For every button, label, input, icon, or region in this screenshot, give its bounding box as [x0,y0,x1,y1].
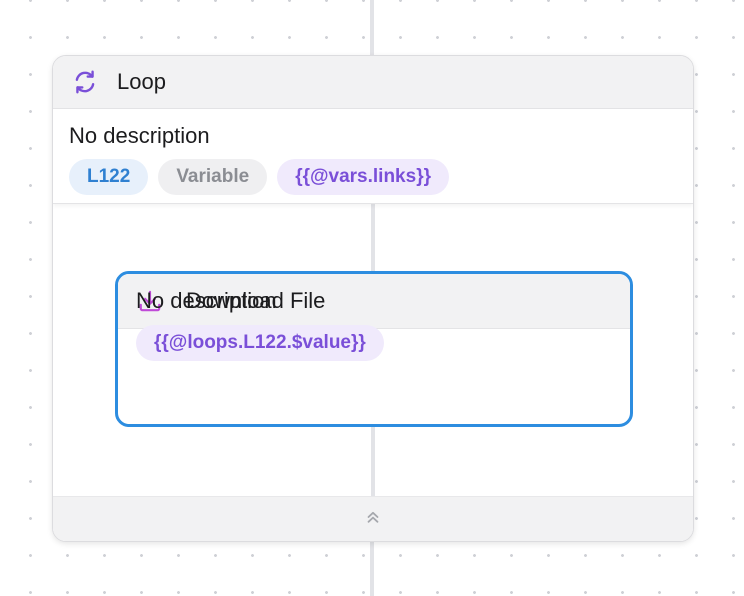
refresh-icon [71,68,99,96]
loop-type-tag: Variable [158,159,268,195]
loop-node-title: Loop [117,69,166,94]
node-id-tag: L122 [69,159,149,195]
loop-node[interactable]: Loop No description L122 Variable {{@var… [52,55,694,542]
loop-source-tag: {{@vars.links}} [277,159,449,195]
download-file-node[interactable]: Download File No description {{@loops.L1… [115,271,633,427]
download-node-tags: {{@loops.L122.$value}} [136,325,384,361]
loop-node-header[interactable]: Loop [53,56,693,109]
download-value-tag: {{@loops.L122.$value}} [136,325,384,361]
download-node-description: No description [136,288,277,313]
loop-node-tags: L122 Variable {{@vars.links}} [69,159,449,195]
connector-line-bottom [370,540,374,596]
chevrons-up-icon [365,509,381,530]
loop-node-body: No description L122 Variable {{@vars.lin… [53,109,693,204]
collapse-loop-button[interactable] [53,496,693,541]
loop-node-description: No description [69,123,210,148]
connector-line-top [370,0,374,56]
